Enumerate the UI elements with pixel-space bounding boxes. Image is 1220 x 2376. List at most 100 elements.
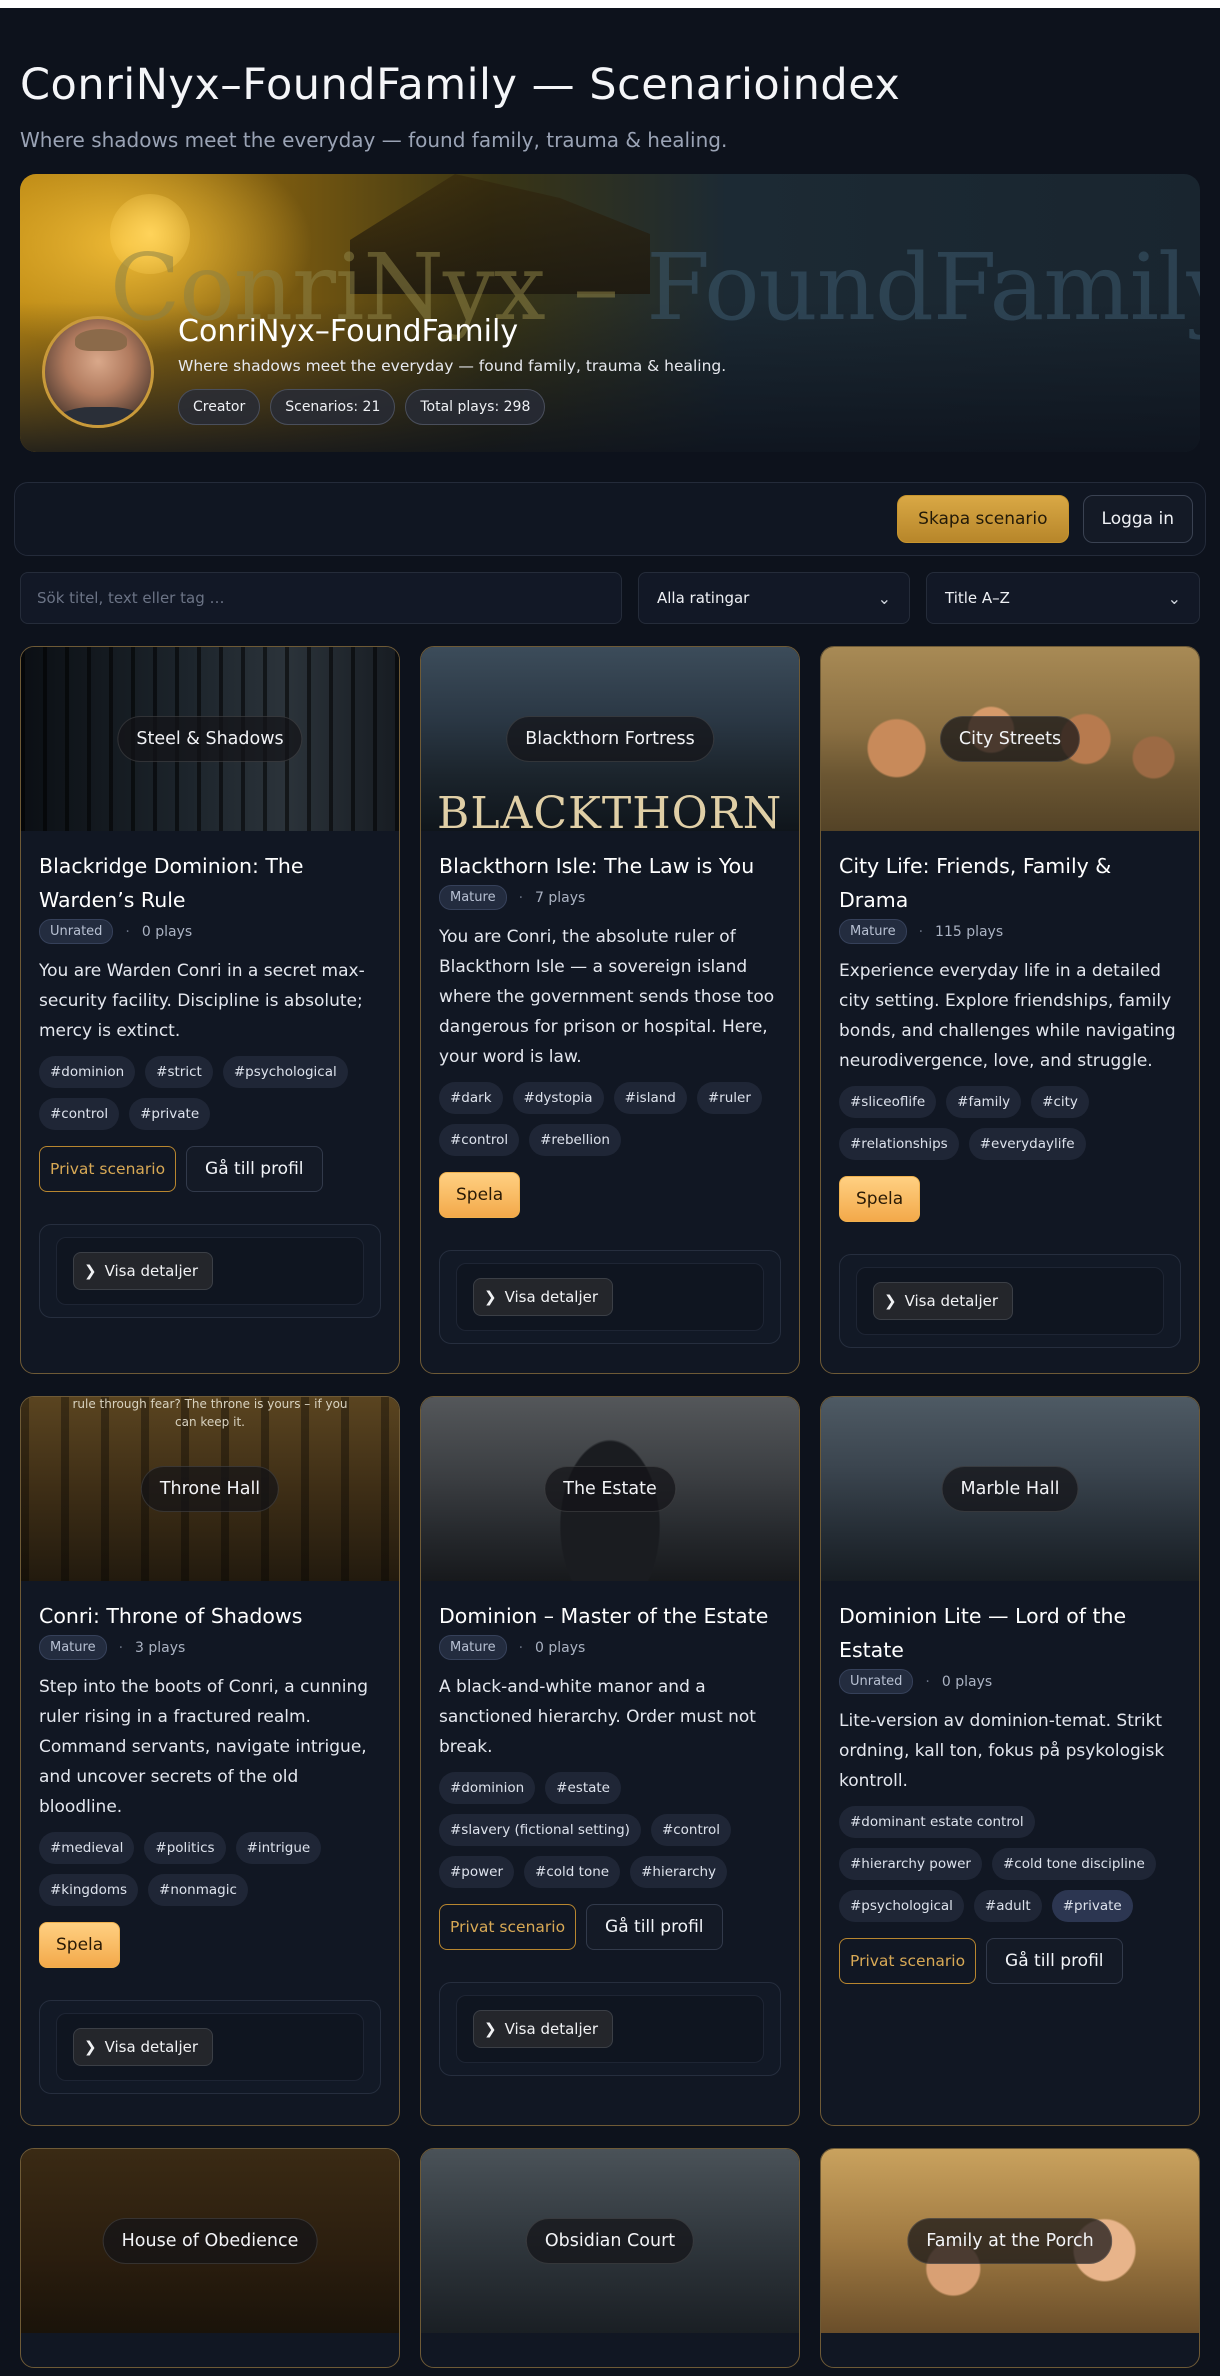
show-details-button[interactable]: ❯ Visa detaljer bbox=[873, 1282, 1014, 1320]
tag[interactable]: #hierarchy power bbox=[839, 1848, 982, 1880]
tag[interactable]: #everydaylife bbox=[968, 1128, 1086, 1160]
create-scenario-button[interactable]: Skapa scenario bbox=[897, 495, 1069, 543]
card-image[interactable]: BLACKTHORN Blackthorn Fortress bbox=[421, 647, 799, 831]
play-button[interactable]: Spela bbox=[439, 1172, 521, 1218]
tag[interactable]: #kingdoms bbox=[39, 1874, 139, 1906]
tag[interactable]: #island bbox=[613, 1082, 687, 1114]
sort-select[interactable]: Title A–Z ⌄ bbox=[926, 572, 1200, 624]
show-details-button[interactable]: ❯ Visa detaljer bbox=[473, 2010, 614, 2048]
login-button[interactable]: Logga in bbox=[1082, 495, 1193, 543]
tag[interactable]: #control bbox=[650, 1814, 732, 1846]
tag[interactable]: #private bbox=[1051, 1890, 1133, 1922]
details-inner: ❯ Visa detaljer bbox=[856, 1267, 1164, 1335]
scenarios-count-badge: Scenarios: 21 bbox=[270, 389, 396, 425]
play-count: 7 plays bbox=[535, 889, 586, 906]
card-actions: Privat scenario Gå till profil bbox=[839, 1938, 1181, 1984]
tag[interactable]: #politics bbox=[144, 1832, 226, 1864]
details-inner: ❯ Visa detaljer bbox=[456, 1263, 764, 1331]
tag[interactable]: #city bbox=[1031, 1086, 1089, 1118]
private-scenario-button[interactable]: Privat scenario bbox=[839, 1938, 977, 1984]
show-details-label: Visa detaljer bbox=[104, 1262, 199, 1280]
details-panel: ❯ Visa detaljer bbox=[439, 1982, 781, 2076]
page-subtitle: Where shadows meet the everyday — found … bbox=[20, 128, 728, 152]
card-description: You are Conri, the absolute ruler of Bla… bbox=[439, 927, 775, 1067]
card-image-label: Family at the Porch bbox=[907, 2218, 1113, 2264]
tag[interactable]: #rebellion bbox=[529, 1124, 621, 1156]
tag[interactable]: #power bbox=[439, 1856, 515, 1888]
rating-badge: Unrated bbox=[839, 1669, 914, 1694]
card-title: Blackthorn Isle: The Law is You bbox=[439, 854, 755, 878]
card-image[interactable]: House of Obedience bbox=[21, 2149, 399, 2333]
tag[interactable]: #control bbox=[439, 1124, 520, 1156]
show-details-button[interactable]: ❯ Visa detaljer bbox=[473, 1278, 614, 1316]
scenario-card: House of Obedience bbox=[20, 2148, 400, 2368]
tag[interactable]: #strict bbox=[145, 1056, 213, 1088]
tag[interactable]: #cold tone discipline bbox=[992, 1848, 1156, 1880]
tag[interactable]: #hierarchy bbox=[630, 1856, 728, 1888]
chevron-right-icon: ❯ bbox=[884, 1292, 897, 1310]
meta-separator: · bbox=[518, 1639, 524, 1656]
tag[interactable]: #sliceoflife bbox=[839, 1086, 937, 1118]
card-image[interactable]: City Streets bbox=[821, 647, 1199, 831]
watermark-right: FoundFamily bbox=[646, 234, 1200, 341]
show-details-button[interactable]: ❯ Visa detaljer bbox=[73, 1252, 214, 1290]
tag[interactable]: #ruler bbox=[696, 1082, 762, 1114]
card-description: You are Warden Conri in a secret max-sec… bbox=[39, 961, 365, 1041]
go-to-profile-button[interactable]: Gå till profil bbox=[186, 1146, 323, 1192]
tag[interactable]: #dominion bbox=[439, 1772, 536, 1804]
tag[interactable]: #psychological bbox=[839, 1890, 964, 1922]
tag[interactable]: #dominant estate control bbox=[839, 1806, 1035, 1838]
page: ConriNyx–FoundFamily — Scenarioindex Whe… bbox=[14, 8, 1206, 2368]
card-description: A black-and-white manor and a sanctioned… bbox=[439, 1677, 756, 1757]
play-button[interactable]: Spela bbox=[39, 1922, 121, 1968]
private-scenario-button[interactable]: Privat scenario bbox=[39, 1146, 177, 1192]
tag[interactable]: #adult bbox=[973, 1890, 1042, 1922]
tag[interactable]: #nonmagic bbox=[148, 1874, 248, 1906]
avatar-hair bbox=[75, 329, 127, 351]
tag[interactable]: #dystopia bbox=[512, 1082, 604, 1114]
tag[interactable]: #dominion bbox=[39, 1056, 136, 1088]
card-meta: Mature · 7 plays bbox=[439, 885, 781, 910]
rating-filter-select[interactable]: Alla ratingar ⌄ bbox=[638, 572, 910, 624]
show-details-button[interactable]: ❯ Visa detaljer bbox=[73, 2028, 214, 2066]
tag[interactable]: #cold tone bbox=[524, 1856, 621, 1888]
tag[interactable]: #control bbox=[39, 1098, 120, 1130]
details-panel: ❯ Visa detaljer bbox=[39, 2000, 381, 2094]
scenario-card: Obsidian Court bbox=[420, 2148, 800, 2368]
browser-top-strip bbox=[0, 0, 1220, 8]
tag-list: #dark #dystopia #island #ruler #control … bbox=[439, 1082, 781, 1156]
search-input[interactable] bbox=[20, 572, 622, 624]
play-count: 3 plays bbox=[135, 1639, 186, 1656]
tag[interactable]: #intrigue bbox=[235, 1832, 322, 1864]
card-image[interactable]: Family at the Porch bbox=[821, 2149, 1199, 2333]
tag[interactable]: #family bbox=[946, 1086, 1022, 1118]
tag[interactable]: #psychological bbox=[222, 1056, 348, 1088]
play-button[interactable]: Spela bbox=[839, 1176, 921, 1222]
scenario-card: Family at the Porch bbox=[820, 2148, 1200, 2368]
card-image[interactable]: The Estate bbox=[421, 1397, 799, 1581]
play-count: 0 plays bbox=[535, 1639, 586, 1656]
action-bar: Skapa scenario Logga in bbox=[14, 482, 1206, 556]
play-count: 0 plays bbox=[141, 923, 193, 940]
card-image[interactable]: rule through fear? The throne is yours –… bbox=[21, 1397, 399, 1581]
show-details-label: Visa detaljer bbox=[104, 2038, 199, 2056]
card-actions: Privat scenario Gå till profil bbox=[439, 1904, 781, 1950]
filter-bar: Alla ratingar ⌄ Title A–Z ⌄ bbox=[20, 572, 1200, 624]
tag[interactable]: #dark bbox=[439, 1082, 503, 1114]
tag[interactable]: #estate bbox=[545, 1772, 621, 1804]
private-scenario-button[interactable]: Privat scenario bbox=[439, 1904, 577, 1950]
tag[interactable]: #relationships bbox=[839, 1128, 959, 1160]
go-to-profile-button[interactable]: Gå till profil bbox=[986, 1938, 1123, 1984]
tag[interactable]: #medieval bbox=[39, 1832, 135, 1864]
fortress-caption: BLACKTHORN bbox=[437, 788, 783, 831]
scenario-card: Marble Hall Dominion Lite — Lord of the … bbox=[820, 1396, 1200, 2126]
card-image-label: House of Obedience bbox=[102, 2218, 318, 2264]
go-to-profile-button[interactable]: Gå till profil bbox=[586, 1904, 723, 1950]
card-image[interactable]: Marble Hall bbox=[821, 1397, 1199, 1581]
tag[interactable]: #slavery (fictional setting) bbox=[439, 1814, 641, 1846]
tag[interactable]: #private bbox=[129, 1098, 211, 1130]
details-inner: ❯ Visa detaljer bbox=[56, 2013, 364, 2081]
card-image[interactable]: Obsidian Court bbox=[421, 2149, 799, 2333]
avatar-shirt bbox=[55, 407, 147, 425]
card-image[interactable]: Steel & Shadows bbox=[21, 647, 399, 831]
